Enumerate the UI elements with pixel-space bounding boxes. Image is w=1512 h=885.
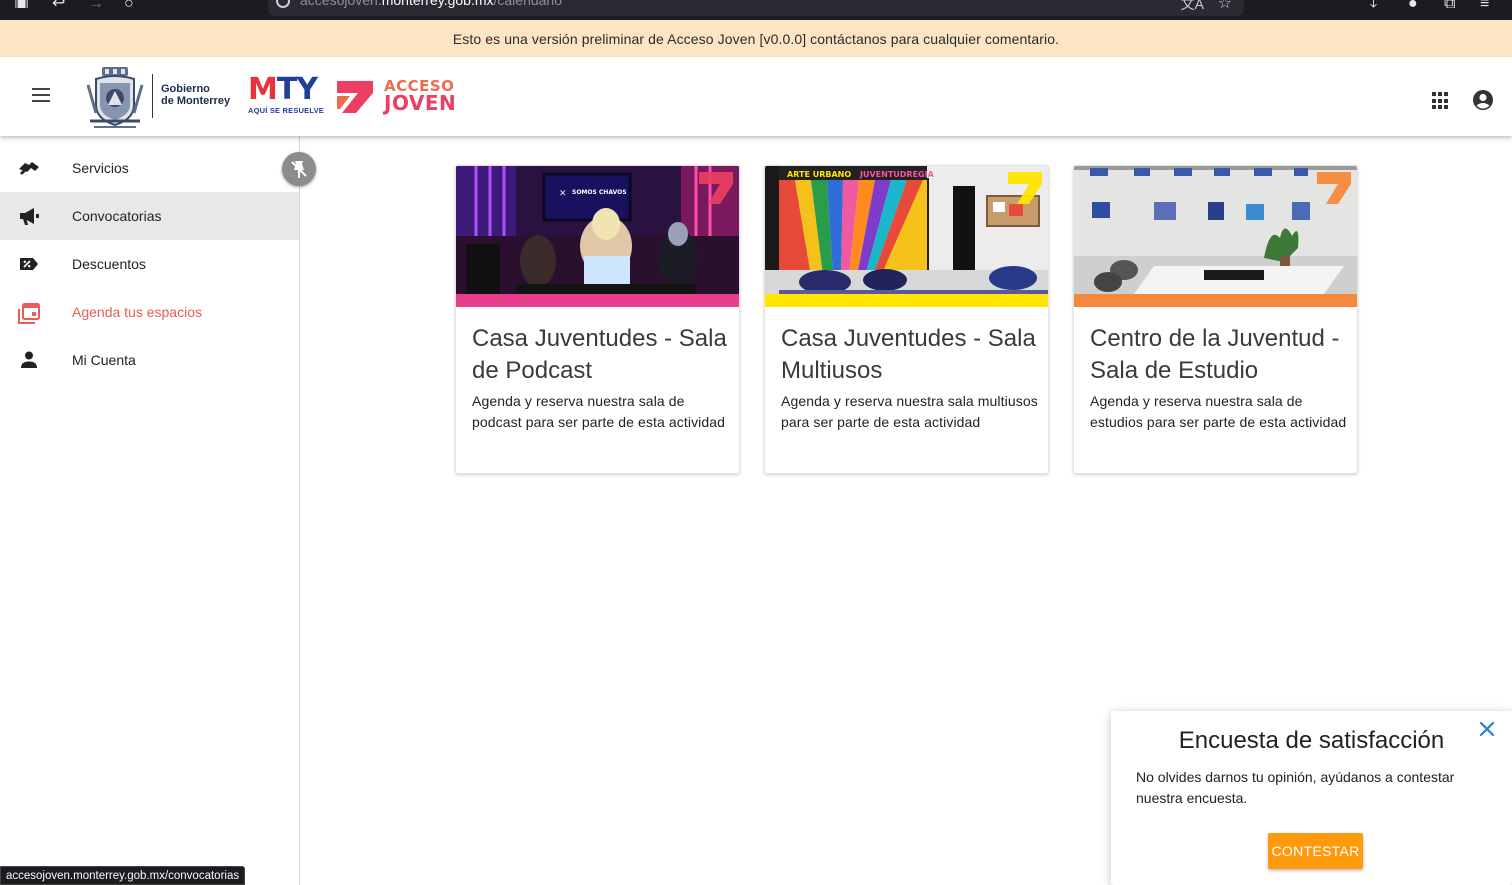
- study-room-photo: [1074, 166, 1357, 294]
- discount-tag-icon: [20, 258, 38, 270]
- downloads-icon[interactable]: ⤓: [1370, 0, 1377, 8]
- podcast-room-photo: ✕ SOMOS CHAVOS: [456, 166, 739, 294]
- card-title: Casa Juventudes - Sala Multiusos: [781, 325, 1036, 384]
- address-bar[interactable]: accesojoven.monterrey.gob.mx/calendario …: [268, 0, 1244, 16]
- hamburger-menu-icon[interactable]: [28, 84, 54, 110]
- svg-text:✕: ✕: [559, 189, 567, 199]
- space-card-multiusos[interactable]: ARTE URBANO JUVENTUDREGIA Casa Juventude…: [764, 165, 1049, 474]
- translate-icon[interactable]: 文A: [1181, 0, 1204, 14]
- monterrey-crest-logo[interactable]: [86, 65, 144, 129]
- bookmark-star-icon[interactable]: ☆: [1218, 0, 1232, 13]
- card-color-stripe: [456, 294, 739, 307]
- calendar-icon: [18, 303, 40, 324]
- photo-wall-text-right: JUVENTUDREGIA: [859, 170, 935, 179]
- sidebar-item-servicios[interactable]: Servicios: [0, 144, 299, 192]
- card-description: Agenda y reserva nuestra sala multiusos …: [781, 393, 1038, 430]
- sidebar-toggle-icon[interactable]: ▣: [14, 0, 29, 8]
- sidebar-item-descuentos[interactable]: Descuentos: [0, 240, 299, 288]
- contestar-button[interactable]: CONTESTAR: [1268, 833, 1363, 869]
- space-card-estudio[interactable]: Centro de la Juventud - Sala de Estudio …: [1073, 165, 1358, 474]
- extension-icon[interactable]: ●: [1408, 0, 1418, 8]
- card-description: Agenda y reserva nuestra sala de podcast…: [472, 393, 726, 430]
- survey-title: Encuesta de satisfacción: [1178, 727, 1445, 754]
- multipurpose-room-photo: ARTE URBANO JUVENTUDREGIA: [765, 166, 1048, 294]
- card-title: Casa Juventudes - Sala de Podcast: [472, 325, 727, 384]
- sidebar-nav: Servicios Convocatorias Descuentos Agend…: [0, 136, 316, 885]
- photo-wall-text-left: ARTE URBANO: [787, 170, 851, 179]
- url-text: accesojoven.monterrey.gob.mx/calendario: [300, 0, 562, 8]
- acceso-joven-wordmark[interactable]: ACCESO JOVEN: [384, 79, 456, 114]
- space-card-podcast[interactable]: ✕ SOMOS CHAVOS Casa Juventudes - Sala de…: [455, 165, 740, 474]
- person-icon: [21, 351, 37, 368]
- acceso-joven-mark-logo[interactable]: [336, 79, 374, 115]
- photo-screen-text: SOMOS CHAVOS: [572, 189, 627, 196]
- back-icon[interactable]: ↩: [52, 0, 65, 8]
- banner-text: Esto es una versión preliminar de Acceso…: [452, 30, 1060, 47]
- unpin-icon: [291, 161, 307, 178]
- account-circle-icon[interactable]: [1472, 89, 1494, 111]
- apps-grid-icon[interactable]: [1432, 92, 1450, 110]
- app-header: Gobierno de Monterrey MTY AQUÍ SE RESUEL…: [0, 57, 1512, 136]
- unpin-sidebar-button[interactable]: [282, 152, 316, 186]
- megaphone-icon: [20, 208, 39, 225]
- logo-divider: [152, 74, 153, 118]
- preliminary-banner: Esto es una versión preliminar de Acceso…: [0, 20, 1512, 57]
- extensions-puzzle-icon[interactable]: ⧉: [1444, 0, 1455, 8]
- mty-logo[interactable]: MTY AQUÍ SE RESUELVE: [248, 75, 324, 119]
- link-preview-status: accesojoven.monterrey.gob.mx/convocatori…: [0, 866, 246, 885]
- menu-icon[interactable]: ≡: [1480, 0, 1489, 8]
- browser-toolbar: ▣ ↩ → ○ accesojoven.monterrey.gob.mx/cal…: [0, 0, 1512, 20]
- card-description: Agenda y reserva nuestra sala de estudio…: [1090, 393, 1347, 430]
- survey-text: No olvides darnos tu opinión, ayúdanos a…: [1136, 769, 1455, 806]
- satisfaction-survey-popup: Encuesta de satisfacción No olvides darn…: [1111, 711, 1512, 885]
- site-info-icon[interactable]: [276, 0, 290, 8]
- card-title: Centro de la Juventud - Sala de Estudio: [1090, 325, 1340, 384]
- card-color-stripe: [1074, 294, 1357, 307]
- sidebar-item-agenda-tus-espacios[interactable]: Agenda tus espacios: [0, 288, 299, 336]
- card-color-stripe: [765, 294, 1048, 307]
- gobierno-monterrey-label: Gobierno de Monterrey: [161, 83, 231, 107]
- reload-icon[interactable]: ○: [124, 0, 134, 8]
- handshake-icon: [19, 162, 39, 175]
- sidebar-item-mi-cuenta[interactable]: Mi Cuenta: [0, 336, 299, 384]
- sidebar-item-convocatorias[interactable]: Convocatorias: [0, 192, 299, 240]
- forward-icon[interactable]: →: [88, 0, 104, 8]
